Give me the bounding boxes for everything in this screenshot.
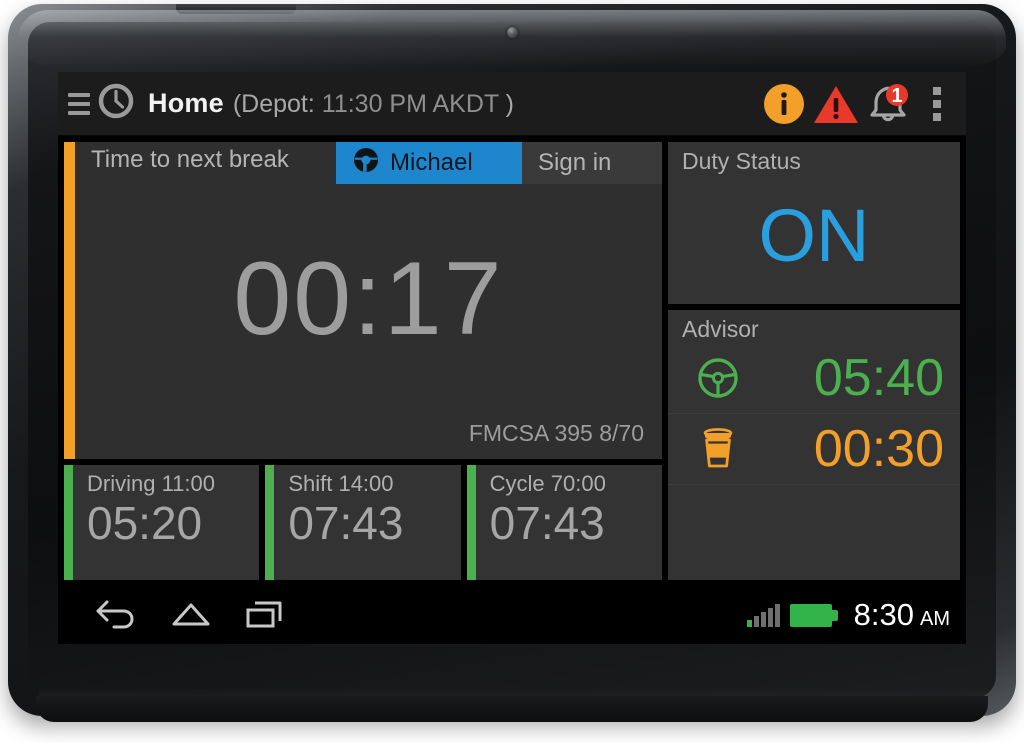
tablet-top-nub — [176, 4, 296, 14]
tablet-screen: Home (Depot: 11:30 PM AKDT ) 1 Time to n… — [58, 72, 966, 644]
cycle-metric-value: 07:43 — [489, 497, 605, 549]
advisor-break-row: 00:30 — [668, 413, 960, 485]
system-clock-time: 8:30 — [853, 597, 914, 632]
break-countdown-value: 00:17 — [233, 241, 504, 357]
system-status-area: 8:30 AM — [746, 597, 950, 633]
driving-metric-card[interactable]: Driving 11:00 05:20 — [64, 465, 260, 580]
shift-metric-title: Shift 14:00 — [288, 471, 394, 496]
advisor-heading: Advisor — [682, 316, 759, 342]
depot-suffix: ) — [505, 90, 514, 118]
advisor-drive-row: 05:40 — [668, 343, 960, 413]
driver-tab-label: Michael — [390, 149, 473, 176]
home-icon[interactable] — [154, 593, 228, 637]
notification-count: 1 — [891, 85, 902, 107]
recent-apps-icon[interactable] — [228, 593, 302, 637]
advisor-break-value: 00:30 — [813, 420, 944, 478]
page-title: Home (Depot: 11:30 PM AKDT ) — [148, 88, 514, 119]
shift-metric-card[interactable]: Shift 14:00 07:43 — [265, 465, 461, 580]
system-clock: 8:30 AM — [854, 597, 950, 633]
screenshot-root: Home (Depot: 11:30 PM AKDT ) 1 Time to n… — [0, 0, 1024, 743]
info-icon[interactable] — [758, 78, 810, 130]
depot-label: (Depot: 11:30 PM AKDT ) — [233, 90, 514, 119]
notification-bell-icon[interactable]: 1 — [862, 78, 914, 130]
shift-metric-value: 07:43 — [288, 497, 404, 549]
warning-triangle-icon[interactable] — [810, 78, 862, 130]
driving-metric-value: 05:20 — [87, 497, 203, 549]
steering-wheel-icon — [352, 146, 380, 181]
driving-metric-title: Driving 11:00 — [87, 471, 215, 496]
clock-icon[interactable] — [96, 81, 136, 126]
app-action-bar: Home (Depot: 11:30 PM AKDT ) 1 — [58, 72, 966, 136]
cycle-metric-title: Cycle 70:00 — [489, 471, 606, 496]
duty-status-card[interactable]: Duty Status ON — [668, 142, 960, 304]
tablet-bottom-foot — [36, 696, 988, 722]
home-dashboard: Time to next break Michael Sign in 00:17… — [58, 136, 966, 586]
system-clock-ampm: AM — [920, 608, 950, 630]
advisor-drive-value: 05:40 — [813, 349, 944, 407]
back-arrow-icon[interactable] — [80, 593, 154, 637]
coffee-cup-icon — [690, 424, 746, 474]
front-camera — [507, 27, 518, 38]
depot-prefix: (Depot: — [232, 90, 315, 118]
left-column: Time to next break Michael Sign in 00:17… — [64, 142, 662, 580]
android-system-bar: 8:30 AM — [58, 586, 966, 644]
page-title-text: Home — [148, 88, 224, 118]
metrics-row: Driving 11:00 05:20 Shift 14:00 07:43 Cy… — [64, 465, 662, 580]
duty-status-value: ON — [758, 193, 870, 277]
ruleset-label: FMCSA 395 8/70 — [468, 420, 644, 446]
sign-in-tab-label: Sign in — [538, 149, 612, 176]
steering-wheel-icon — [690, 353, 746, 403]
depot-time: 11:30 PM AKDT — [321, 90, 499, 118]
advisor-card: Advisor 05:40 00:30 — [668, 310, 960, 580]
overflow-menu-icon[interactable] — [920, 78, 954, 130]
hamburger-menu-icon[interactable] — [68, 92, 90, 115]
battery-full-icon — [789, 603, 838, 627]
time-to-next-break-card: Time to next break Michael Sign in 00:17… — [64, 142, 662, 459]
cycle-metric-card[interactable]: Cycle 70:00 07:43 — [466, 465, 662, 580]
cellular-signal-icon — [746, 603, 780, 627]
right-column: Duty Status ON Advisor 05:40 00:30 — [668, 142, 960, 580]
